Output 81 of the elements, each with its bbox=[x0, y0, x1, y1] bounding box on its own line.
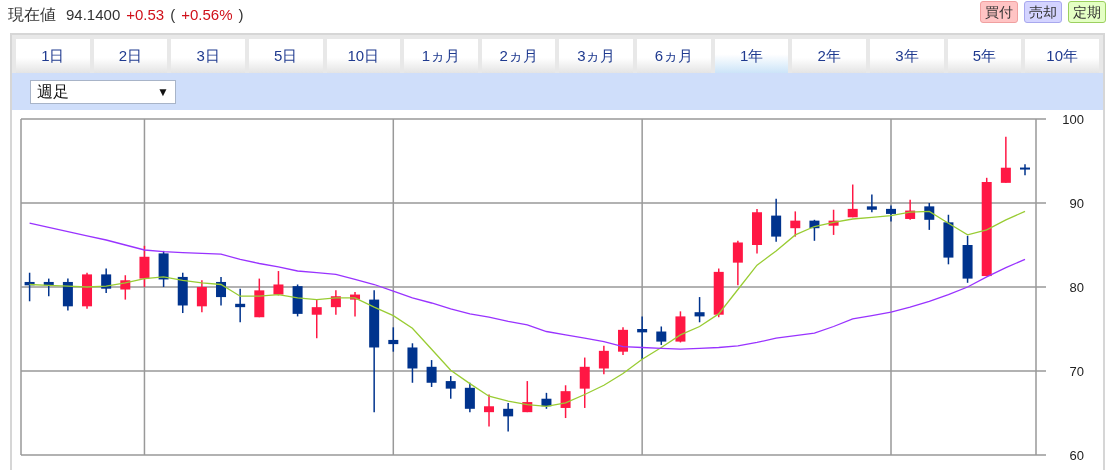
candlestick bbox=[120, 274, 131, 301]
candlestick bbox=[216, 276, 226, 307]
candlestick bbox=[158, 250, 169, 288]
axis-label: 80 bbox=[1069, 280, 1084, 295]
price-label: 現在値 bbox=[8, 4, 56, 25]
axis-label: 100 bbox=[1062, 112, 1084, 127]
parenthesis: ( bbox=[170, 5, 176, 23]
period-tab[interactable]: 5年 bbox=[947, 39, 1022, 73]
candlestick bbox=[82, 271, 93, 310]
period-tab[interactable]: 2年 bbox=[792, 39, 867, 73]
candlestick bbox=[445, 375, 456, 400]
candlestick bbox=[675, 310, 686, 344]
axis-label: 60 bbox=[1069, 448, 1084, 463]
candlestick bbox=[254, 277, 265, 318]
current-price: 94.1400 bbox=[66, 5, 121, 23]
candlestick bbox=[618, 326, 628, 356]
candlestick bbox=[579, 356, 590, 409]
candlestick bbox=[924, 202, 935, 231]
parenthesis: ) bbox=[238, 5, 244, 23]
candlestick bbox=[809, 219, 820, 242]
candlestick bbox=[656, 325, 667, 346]
candlestick bbox=[139, 245, 150, 288]
candlestick bbox=[560, 384, 571, 419]
candlestick bbox=[350, 291, 360, 318]
candlestick bbox=[464, 382, 475, 413]
candlestick bbox=[273, 270, 284, 297]
percent-change: +0.56% bbox=[181, 5, 233, 23]
candlestick bbox=[101, 267, 112, 294]
axis-label: 70 bbox=[1069, 364, 1084, 379]
candlestick bbox=[1020, 163, 1030, 177]
buy-button[interactable]: 買付 bbox=[980, 1, 1018, 23]
candlestick bbox=[311, 298, 322, 339]
candlestick bbox=[426, 359, 437, 388]
candlestick bbox=[1000, 135, 1011, 184]
candlestick bbox=[732, 240, 743, 287]
candlestick bbox=[962, 235, 973, 284]
candlestick bbox=[522, 380, 533, 413]
candlestick bbox=[62, 277, 73, 312]
candlestick bbox=[388, 326, 399, 353]
period-tab[interactable]: 6ヵ月 bbox=[637, 39, 711, 73]
candlestick bbox=[292, 283, 303, 318]
axis-label: 90 bbox=[1069, 196, 1084, 211]
candlestick bbox=[43, 277, 54, 297]
candlestick bbox=[637, 315, 648, 360]
candlestick bbox=[330, 289, 341, 316]
period-tab[interactable]: 2日 bbox=[93, 39, 168, 73]
candlestick bbox=[752, 208, 762, 255]
candlestick bbox=[235, 287, 246, 324]
candlestick bbox=[24, 271, 35, 303]
candlestick bbox=[196, 279, 207, 313]
price-change: +0.53 bbox=[126, 5, 165, 23]
sell-button[interactable]: 売却 bbox=[1024, 1, 1062, 23]
candlestick bbox=[943, 214, 954, 266]
candlestick bbox=[694, 296, 705, 324]
period-tab[interactable]: 3年 bbox=[870, 39, 944, 73]
period-tab[interactable]: 1ヵ月 bbox=[404, 39, 478, 73]
period-tab[interactable]: 3ヵ月 bbox=[559, 39, 634, 73]
candlestick bbox=[713, 267, 724, 318]
candlestick bbox=[790, 210, 801, 238]
candlestick bbox=[847, 183, 858, 219]
period-tab[interactable]: 10日 bbox=[326, 39, 401, 73]
interval-dropdown[interactable]: 週足 ▼ bbox=[30, 80, 176, 104]
period-tab[interactable]: 1日 bbox=[16, 39, 90, 73]
candlestick bbox=[407, 342, 418, 384]
period-tab[interactable]: 2ヵ月 bbox=[481, 39, 556, 73]
candlestick bbox=[828, 208, 839, 236]
candlestick bbox=[503, 402, 514, 433]
period-tab[interactable]: 3日 bbox=[171, 39, 245, 73]
candlestick bbox=[598, 345, 609, 376]
candlestick bbox=[886, 204, 896, 223]
recurring-button[interactable]: 定期 bbox=[1068, 1, 1106, 23]
period-tab[interactable]: 1年 bbox=[714, 39, 789, 73]
period-tab[interactable]: 5日 bbox=[248, 39, 323, 73]
candlestick bbox=[866, 193, 877, 213]
candlestick bbox=[541, 392, 552, 410]
dropdown-arrow-icon[interactable]: ▼ bbox=[157, 85, 169, 99]
candlestick bbox=[771, 198, 782, 243]
candlestick bbox=[484, 393, 494, 428]
period-tab[interactable]: 10年 bbox=[1025, 39, 1099, 73]
candlestick bbox=[177, 271, 188, 314]
candlestick bbox=[905, 198, 916, 221]
